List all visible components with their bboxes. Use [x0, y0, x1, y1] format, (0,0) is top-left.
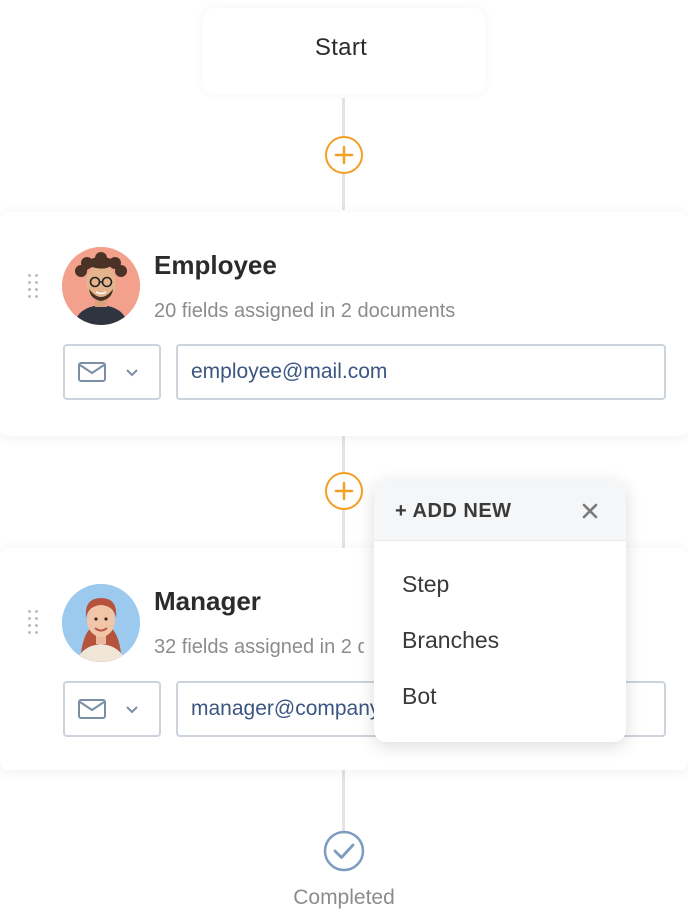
step-card-employee: Employee 20 fields assigned in 2 documen…	[0, 212, 688, 436]
check-circle-icon	[323, 830, 365, 872]
step-subtitle: 32 fields assigned in 2 documents	[154, 636, 364, 658]
add-step-button[interactable]	[325, 472, 363, 510]
chevron-down-icon	[126, 706, 138, 714]
add-step-button[interactable]	[325, 136, 363, 174]
drag-handle-icon[interactable]	[28, 610, 42, 634]
close-icon[interactable]	[580, 501, 600, 521]
envelope-icon	[78, 362, 106, 382]
step-title: Employee	[154, 250, 277, 280]
chevron-down-icon	[126, 369, 138, 377]
menu-item-step[interactable]: Step	[402, 571, 449, 598]
connector-line	[342, 770, 345, 832]
plus-icon	[334, 481, 354, 501]
menu-item-bot[interactable]: Bot	[402, 683, 437, 710]
menu-title: + ADD NEW	[395, 500, 512, 522]
plus-icon	[334, 145, 354, 165]
avatar	[62, 584, 140, 662]
step-subtitle: 20 fields assigned in 2 documents	[154, 300, 456, 322]
drag-handle-icon[interactable]	[28, 274, 42, 298]
completed-label: Completed	[293, 886, 395, 909]
start-label: Start	[314, 34, 368, 61]
delivery-method-select[interactable]	[63, 344, 161, 400]
step-title: Manager	[154, 586, 261, 616]
delivery-method-select[interactable]	[63, 681, 161, 737]
menu-item-branches[interactable]: Branches	[402, 627, 499, 654]
add-new-menu: + ADD NEW Step Branches Bot	[374, 481, 626, 742]
envelope-icon	[78, 699, 106, 719]
email-field[interactable]: employee@mail.com	[176, 344, 666, 400]
avatar	[62, 247, 140, 325]
